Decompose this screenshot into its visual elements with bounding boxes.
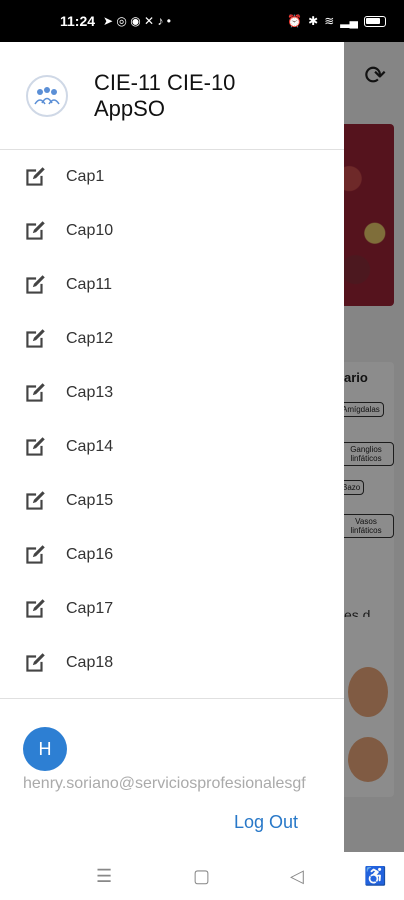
signal-icon: ▂▄: [340, 14, 358, 28]
edit-icon: [26, 437, 45, 456]
status-time: 11:24: [60, 13, 96, 29]
app-title-line1: CIE-11 CIE-10: [94, 69, 236, 95]
drawer-header: CIE-11 CIE-10 AppSO: [0, 42, 344, 150]
menu-item-cap10[interactable]: Cap10: [0, 204, 344, 258]
menu-item-label: Cap12: [66, 330, 114, 347]
menu-item-label: Cap17: [66, 600, 114, 617]
menu-item-label: Cap14: [66, 438, 114, 455]
status-bar: 11:24 ➤ ◎ ◉ ✕ ♪ • ⏰ ✱ ≋ ▂▄: [0, 0, 404, 42]
edit-icon: [26, 275, 45, 294]
menu-item-cap13[interactable]: Cap13: [0, 366, 344, 420]
menu-item-cap15[interactable]: Cap15: [0, 474, 344, 528]
system-icons: ⏰ ✱ ≋ ▂▄: [287, 14, 386, 28]
menu-item-label: Cap16: [66, 546, 114, 563]
edit-icon: [26, 491, 45, 510]
menu-item-cap18[interactable]: Cap18: [0, 636, 344, 690]
app-title-line2: AppSO: [94, 95, 165, 121]
accessibility-icon[interactable]: ♿: [364, 866, 386, 887]
back-icon[interactable]: ◁: [290, 866, 304, 887]
home-icon[interactable]: ▢: [193, 866, 210, 887]
bluetooth-icon: ✱: [308, 14, 319, 28]
edit-icon: [26, 599, 45, 618]
menu-item-label: Cap18: [66, 654, 114, 671]
menu-item-label: Cap1: [66, 168, 105, 185]
battery-icon: [364, 15, 386, 27]
user-email: henry.soriano@serviciosprofesionalesgf: [23, 775, 306, 792]
menu-item-label: Cap15: [66, 492, 114, 509]
edit-icon: [26, 545, 45, 564]
avatar[interactable]: H: [23, 727, 67, 771]
system-nav-bar: ☰ ▢ ◁ ♿: [0, 852, 404, 900]
recents-icon[interactable]: ☰: [96, 866, 112, 887]
edit-icon: [26, 329, 45, 348]
menu-item-cap14[interactable]: Cap14: [0, 420, 344, 474]
wifi-icon: ≋: [324, 14, 335, 28]
menu-item-cap11[interactable]: Cap11: [0, 258, 344, 312]
logout-button[interactable]: Log Out: [234, 812, 298, 833]
alarm-icon: ⏰: [287, 14, 303, 28]
navigation-drawer: CIE-11 CIE-10 AppSO Cap1 Cap10 Cap11 Cap…: [0, 42, 344, 852]
menu-item-cap16[interactable]: Cap16: [0, 528, 344, 582]
drawer-divider: [0, 698, 344, 699]
menu-item-label: Cap11: [66, 276, 112, 293]
menu-item-cap17[interactable]: Cap17: [0, 582, 344, 636]
app-logo-icon: [26, 74, 68, 117]
edit-icon: [26, 221, 45, 240]
app-title: CIE-11 CIE-10 AppSO: [94, 70, 235, 122]
menu-item-label: Cap13: [66, 384, 114, 401]
chapter-menu: Cap1 Cap10 Cap11 Cap12 Cap13 Cap14 Cap15: [0, 150, 344, 690]
menu-item-label: Cap10: [66, 222, 114, 239]
notification-icons: ➤ ◎ ◉ ✕ ♪ •: [103, 14, 171, 28]
edit-icon: [26, 167, 45, 186]
edit-icon: [26, 653, 45, 672]
edit-icon: [26, 383, 45, 402]
menu-item-cap1[interactable]: Cap1: [0, 150, 344, 204]
menu-item-cap12[interactable]: Cap12: [0, 312, 344, 366]
